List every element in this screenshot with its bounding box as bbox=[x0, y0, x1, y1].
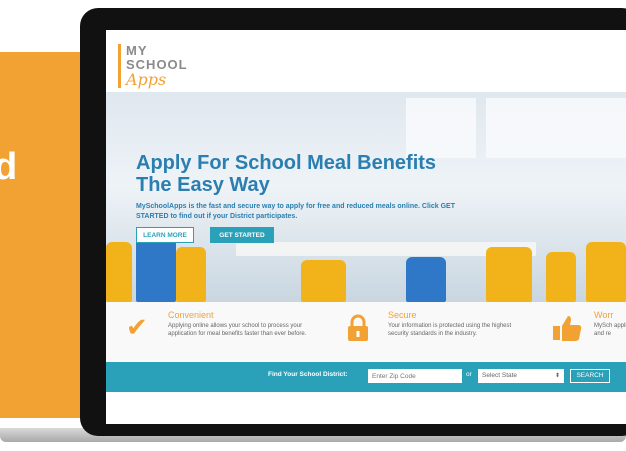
zip-code-input[interactable] bbox=[368, 369, 462, 383]
feature-description: MySch applic and re bbox=[594, 323, 626, 337]
state-select[interactable]: Select State ⬍ bbox=[478, 369, 564, 383]
hero-background-window bbox=[486, 98, 556, 158]
hero-background-chair bbox=[406, 257, 446, 302]
feature-title: Convenient bbox=[168, 310, 214, 320]
logo-bar bbox=[118, 44, 121, 88]
thumbs-up-icon bbox=[552, 314, 582, 346]
laptop-screen: MY SCHOOL Apps Apply For School Meal Ben… bbox=[106, 30, 626, 424]
feature-description: Your information is protected using the … bbox=[388, 323, 512, 337]
hero-subtitle: MySchoolApps is the fast and secure way … bbox=[136, 203, 455, 220]
promo-panel: d bbox=[0, 52, 92, 418]
hero-background-chair bbox=[486, 247, 532, 302]
features-row: ✔ Convenient Applying online allows your… bbox=[106, 302, 626, 362]
hero-background-window bbox=[406, 98, 476, 158]
state-select-value: Select State bbox=[482, 372, 518, 379]
hero-background-chair bbox=[586, 242, 626, 302]
learn-more-button[interactable]: LEARN MORE bbox=[136, 227, 194, 243]
search-label: Find Your School District: bbox=[268, 371, 348, 378]
hero-background-window bbox=[556, 98, 626, 158]
padlock-icon bbox=[346, 314, 370, 346]
hero-background-chair bbox=[176, 247, 206, 302]
hero-title: Apply For School Meal Benefits The Easy … bbox=[136, 152, 437, 196]
feature-description: Applying online allows your school to pr… bbox=[168, 323, 307, 337]
site-header: MY SCHOOL Apps bbox=[106, 30, 626, 92]
hero-background-chair bbox=[546, 252, 576, 302]
district-search-bar: Find Your School District: or Select Sta… bbox=[106, 362, 626, 392]
hero-background-chair bbox=[106, 242, 132, 302]
feature-title: Worr bbox=[594, 310, 614, 320]
hero-section: Apply For School Meal Benefits The Easy … bbox=[106, 92, 626, 302]
promo-partial-letter: d bbox=[0, 146, 18, 188]
logo-line-my: MY bbox=[126, 43, 148, 58]
feature-title: Secure bbox=[388, 310, 417, 320]
search-or-text: or bbox=[466, 371, 472, 378]
search-button[interactable]: SEARCH bbox=[570, 369, 610, 383]
logo-line-apps: Apps bbox=[126, 70, 167, 89]
screen-bottom-area bbox=[106, 392, 626, 424]
checkmark-icon: ✔ bbox=[126, 312, 148, 342]
get-started-button[interactable]: GET STARTED bbox=[210, 227, 274, 243]
hero-background-chair bbox=[301, 260, 346, 302]
chevron-updown-icon: ⬍ bbox=[554, 373, 560, 379]
